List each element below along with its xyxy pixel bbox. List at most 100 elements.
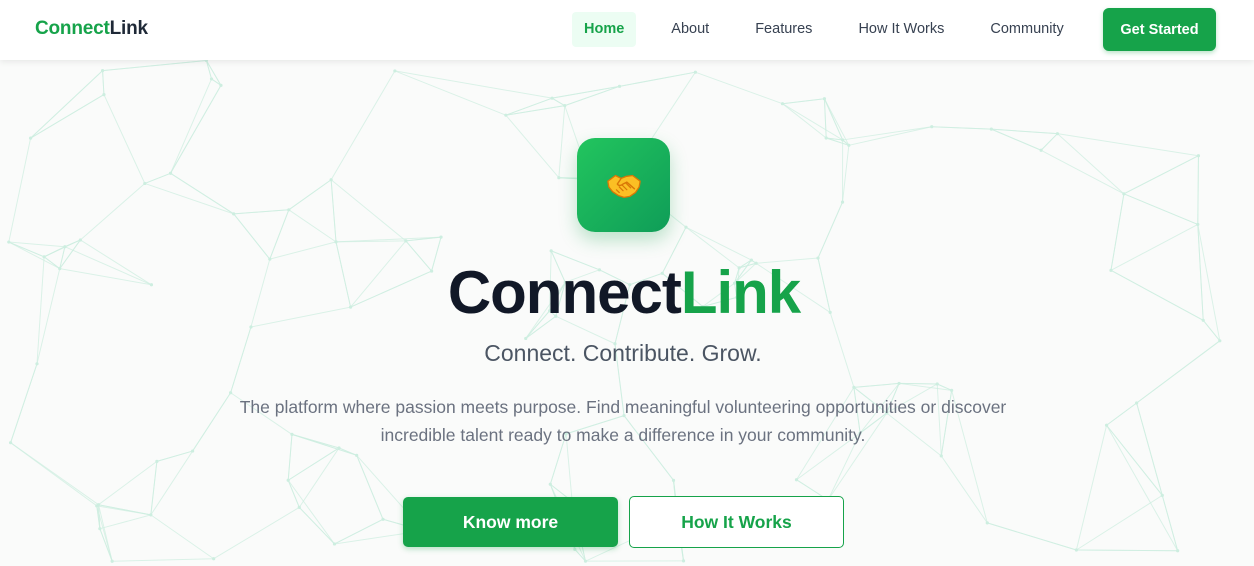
network-line [288, 209, 337, 243]
network-line [30, 94, 105, 139]
network-node [110, 559, 114, 563]
network-node [1074, 548, 1079, 552]
nav-link-community[interactable]: Community [978, 12, 1075, 47]
network-line [848, 126, 932, 146]
network-line [298, 507, 335, 545]
network-node [232, 212, 236, 216]
network-node [824, 136, 828, 140]
network-node [897, 381, 901, 386]
brand-logo-part2: Link [109, 18, 148, 39]
network-line [505, 114, 560, 179]
network-line [940, 455, 988, 524]
network-node [143, 181, 147, 186]
brand-logo[interactable]: ConnectLink [35, 18, 148, 40]
hero-title-part1: Connect [447, 259, 682, 326]
nav-link-how-it-works[interactable]: How It Works [846, 12, 956, 47]
nav-links: Home About Features How It Works Communi… [572, 12, 1076, 47]
network-node [297, 505, 301, 509]
network-line [150, 514, 214, 560]
network-node [681, 559, 686, 563]
network-line [10, 363, 38, 443]
network-line [1106, 402, 1137, 426]
network-node [393, 69, 397, 73]
network-line [80, 183, 146, 241]
network-node [794, 478, 799, 482]
network-line [144, 172, 171, 184]
network-node [1039, 148, 1043, 152]
network-node [985, 521, 989, 525]
network-node [191, 449, 195, 453]
network-node [209, 77, 214, 81]
network-node [852, 385, 856, 389]
network-node [939, 454, 943, 458]
nav-link-home[interactable]: Home [572, 12, 637, 47]
network-node [168, 171, 173, 175]
network-node [329, 178, 333, 182]
network-node [98, 527, 102, 531]
network-node [1055, 132, 1060, 136]
network-line [685, 226, 752, 261]
network-line [842, 126, 932, 141]
network-node [7, 240, 11, 244]
network-node [841, 138, 845, 142]
get-started-button[interactable]: Get Started [1103, 8, 1216, 51]
network-line [1197, 155, 1199, 225]
network-node [549, 249, 553, 253]
network-node [100, 69, 105, 73]
network-line [987, 522, 1077, 551]
network-line [8, 138, 32, 243]
network-node [1104, 423, 1109, 427]
network-line [269, 209, 290, 260]
how-it-works-button[interactable]: How It Works [629, 496, 844, 548]
network-line [1136, 402, 1163, 496]
network-node [822, 97, 827, 101]
network-node [78, 238, 82, 242]
network-node [548, 482, 552, 486]
nav-link-features[interactable]: Features [743, 12, 824, 47]
network-line [330, 179, 337, 242]
network-line [1123, 155, 1199, 195]
network-node [63, 245, 67, 249]
network-line [356, 455, 384, 520]
network-line [170, 85, 222, 174]
network-line [552, 85, 620, 99]
network-line [394, 70, 507, 116]
network-line [1076, 549, 1178, 552]
network-line [330, 179, 407, 242]
network-node [95, 504, 99, 508]
network-line [233, 213, 271, 260]
network-line [931, 126, 992, 130]
network-node [287, 208, 291, 212]
know-more-button[interactable]: Know more [403, 497, 618, 547]
network-line [213, 506, 300, 560]
network-node [404, 239, 408, 243]
network-line [43, 246, 66, 258]
network-line [1075, 425, 1108, 551]
hero-description: The platform where passion meets purpose… [239, 397, 1007, 445]
network-line [102, 59, 207, 72]
network-line [1161, 495, 1179, 551]
network-line [170, 78, 212, 174]
network-node [1196, 154, 1201, 158]
network-node [28, 136, 33, 140]
network-line [98, 504, 113, 562]
network-node [847, 143, 851, 147]
network-line [823, 98, 827, 139]
network-line [98, 460, 158, 506]
network-node [935, 382, 939, 386]
network-node [930, 125, 934, 129]
network-line [287, 447, 340, 481]
network-node [550, 96, 554, 100]
network-line [112, 558, 214, 562]
hero-logo-tile [577, 138, 670, 232]
network-node [155, 459, 159, 463]
network-node [684, 225, 688, 229]
network-line [619, 71, 696, 87]
network-line [233, 209, 289, 215]
network-node [334, 240, 338, 244]
network-node [693, 70, 697, 74]
network-node [671, 478, 676, 482]
network-line [269, 241, 337, 260]
network-node [381, 517, 385, 521]
nav-link-about[interactable]: About [659, 12, 721, 47]
